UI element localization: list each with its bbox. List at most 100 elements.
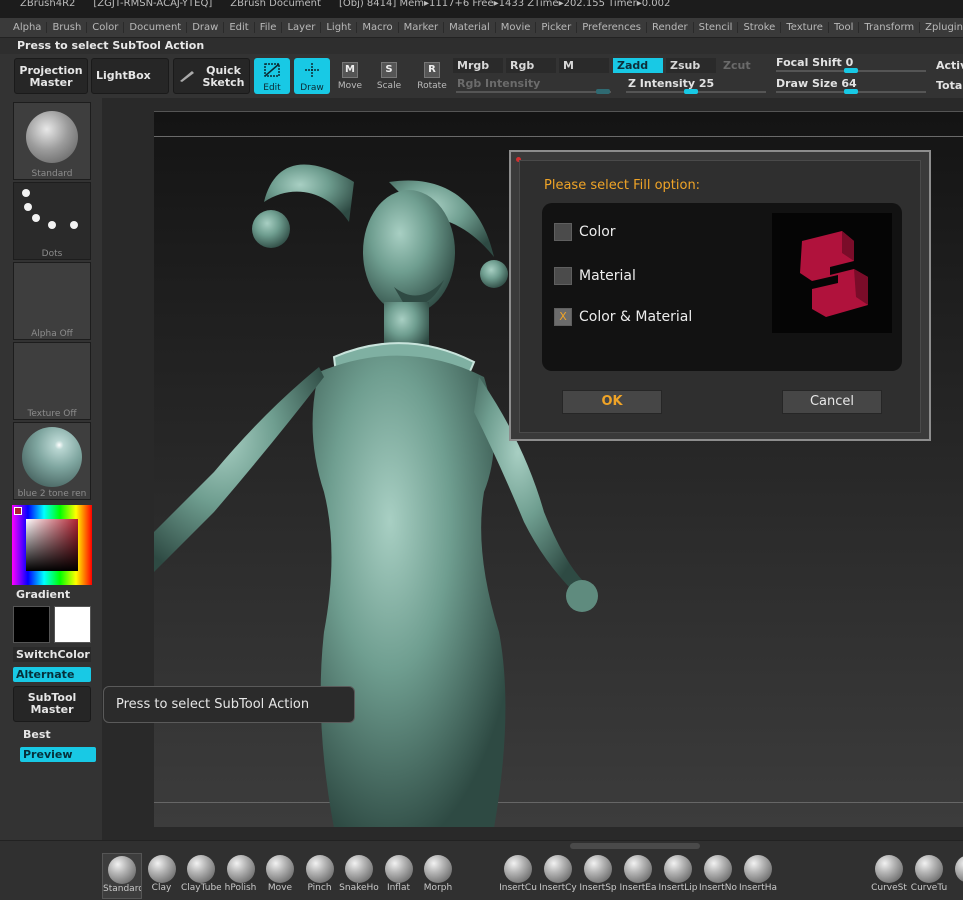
menu-file[interactable]: File: [255, 22, 283, 33]
scale-label: Scale: [376, 81, 402, 91]
menu-marker[interactable]: Marker: [399, 22, 445, 33]
draw-button[interactable]: Draw: [294, 58, 330, 94]
preview-button[interactable]: Preview: [20, 747, 96, 762]
rgb-intensity-track[interactable]: [456, 91, 611, 93]
option-color[interactable]: Color: [554, 223, 616, 241]
menu-render[interactable]: Render: [647, 22, 694, 33]
brush-pinch[interactable]: Pinch: [300, 853, 340, 899]
rotate-button[interactable]: R Rotate: [414, 58, 450, 94]
edit-button[interactable]: Edit: [254, 58, 290, 94]
brush-label: Morph: [423, 883, 453, 893]
color-cursor-icon: [14, 507, 22, 515]
menu-color[interactable]: Color: [87, 22, 125, 33]
brush-label: Cu: [949, 883, 963, 893]
brush-clay[interactable]: Clay: [142, 853, 182, 899]
subtool-master-button[interactable]: SubTool Master: [13, 686, 91, 722]
menu-movie[interactable]: Movie: [496, 22, 537, 33]
brush-move[interactable]: Move: [260, 853, 300, 899]
menu-macro[interactable]: Macro: [357, 22, 399, 33]
menu-edit[interactable]: Edit: [224, 22, 255, 33]
rgb-intensity-knob[interactable]: [596, 89, 610, 94]
alpha-thumbnail[interactable]: Alpha Off: [13, 262, 91, 340]
menu-picker[interactable]: Picker: [536, 22, 578, 33]
texture-caption: Texture Off: [27, 409, 77, 419]
main-color-swatch[interactable]: [13, 606, 50, 643]
menu-alpha[interactable]: Alpha: [8, 22, 48, 33]
brush-standard[interactable]: Standard: [102, 853, 142, 899]
menu-document[interactable]: Document: [124, 22, 188, 33]
menu-brush[interactable]: Brush: [47, 22, 88, 33]
focal-shift-knob[interactable]: [844, 68, 858, 73]
menu-zplugin[interactable]: Zplugin: [920, 22, 963, 33]
lightbox-button[interactable]: LightBox: [91, 58, 169, 94]
menu-light[interactable]: Light: [321, 22, 358, 33]
standard-brush-icon: [108, 856, 136, 884]
option-color-and-material[interactable]: X Color & Material: [554, 308, 692, 326]
scale-icon: S: [381, 62, 397, 78]
brush-insertha[interactable]: InsertHa: [738, 853, 778, 899]
projection-master-button[interactable]: Projection Master: [14, 58, 88, 94]
fill-options-panel: Color Material X Color & Material: [542, 203, 902, 371]
z-intensity-knob[interactable]: [684, 89, 698, 94]
dots-stroke-icon: [22, 189, 78, 229]
zadd-button[interactable]: Zadd: [613, 58, 663, 73]
cancel-button[interactable]: Cancel: [782, 390, 882, 414]
switch-color-button[interactable]: SwitchColor: [13, 647, 91, 662]
gradient-toggle[interactable]: Gradient: [13, 587, 91, 602]
m-button[interactable]: M: [559, 58, 609, 73]
brush-thumbnail[interactable]: Standard: [13, 102, 91, 180]
menu-preferences[interactable]: Preferences: [577, 22, 648, 33]
insertno-brush-icon: [704, 855, 732, 883]
menu-draw[interactable]: Draw: [187, 22, 225, 33]
brush-inflat[interactable]: Inflat: [379, 853, 419, 899]
brush-insertno[interactable]: InsertNo: [698, 853, 738, 899]
brush-curvetu[interactable]: CurveTu: [909, 853, 949, 899]
focal-shift-label: Focal Shift 0: [776, 56, 854, 69]
color-and-material-checkbox[interactable]: X: [554, 308, 572, 326]
brush-insertcu[interactable]: InsertCu: [498, 853, 538, 899]
quick-sketch-button[interactable]: Quick Sketch: [173, 58, 250, 94]
morph-brush-icon: [424, 855, 452, 883]
brush-snakeho[interactable]: SnakeHo: [339, 853, 379, 899]
draw-size-knob[interactable]: [844, 89, 858, 94]
menu-tool[interactable]: Tool: [829, 22, 860, 33]
menu-layer[interactable]: Layer: [282, 22, 322, 33]
menu-transform[interactable]: Transform: [859, 22, 921, 33]
mrgb-button[interactable]: Mrgb: [453, 58, 503, 73]
hpolish-brush-icon: [226, 855, 255, 883]
ok-button[interactable]: OK: [562, 390, 662, 414]
brush-cu[interactable]: Cu: [949, 853, 963, 899]
texture-thumbnail[interactable]: Texture Off: [13, 342, 91, 420]
brush-insertea[interactable]: InsertEa: [618, 853, 658, 899]
menu-texture[interactable]: Texture: [781, 22, 829, 33]
brush-insertlip[interactable]: InsertLip: [658, 853, 698, 899]
z-intensity-label: Z Intensity 25: [628, 77, 715, 90]
scale-button[interactable]: S Scale: [371, 58, 407, 94]
shelf-resize-handle[interactable]: [570, 843, 700, 849]
zsub-button[interactable]: Zsub: [666, 58, 716, 73]
move-button[interactable]: M Move: [332, 58, 368, 94]
secondary-color-swatch[interactable]: [54, 606, 91, 643]
stroke-thumbnail[interactable]: Dots: [13, 182, 91, 260]
material-thumbnail[interactable]: blue 2 tone ren: [13, 422, 91, 500]
brush-insertsp[interactable]: InsertSp: [578, 853, 618, 899]
material-checkbox[interactable]: [554, 267, 572, 285]
alternate-button[interactable]: Alternate: [13, 667, 91, 682]
brush-label: Clay: [151, 883, 172, 893]
brush-claytube[interactable]: ClayTube: [181, 853, 221, 899]
menu-stencil[interactable]: Stencil: [694, 22, 739, 33]
brush-morph[interactable]: Morph: [418, 853, 458, 899]
zcut-button[interactable]: Zcut: [719, 58, 759, 73]
best-label: Best: [23, 728, 51, 741]
brush-hpolish[interactable]: hPolish: [221, 853, 261, 899]
brush-curvest[interactable]: CurveSt: [869, 853, 909, 899]
subtool-master-label: Master: [30, 703, 74, 716]
brush-insertcy[interactable]: InsertCy: [538, 853, 578, 899]
color-saturation-square[interactable]: [26, 519, 78, 571]
menu-stroke[interactable]: Stroke: [738, 22, 782, 33]
rgb-button[interactable]: Rgb: [506, 58, 556, 73]
menu-material[interactable]: Material: [444, 22, 496, 33]
color-checkbox[interactable]: [554, 223, 572, 241]
option-material[interactable]: Material: [554, 267, 636, 285]
color-picker[interactable]: [12, 505, 92, 585]
